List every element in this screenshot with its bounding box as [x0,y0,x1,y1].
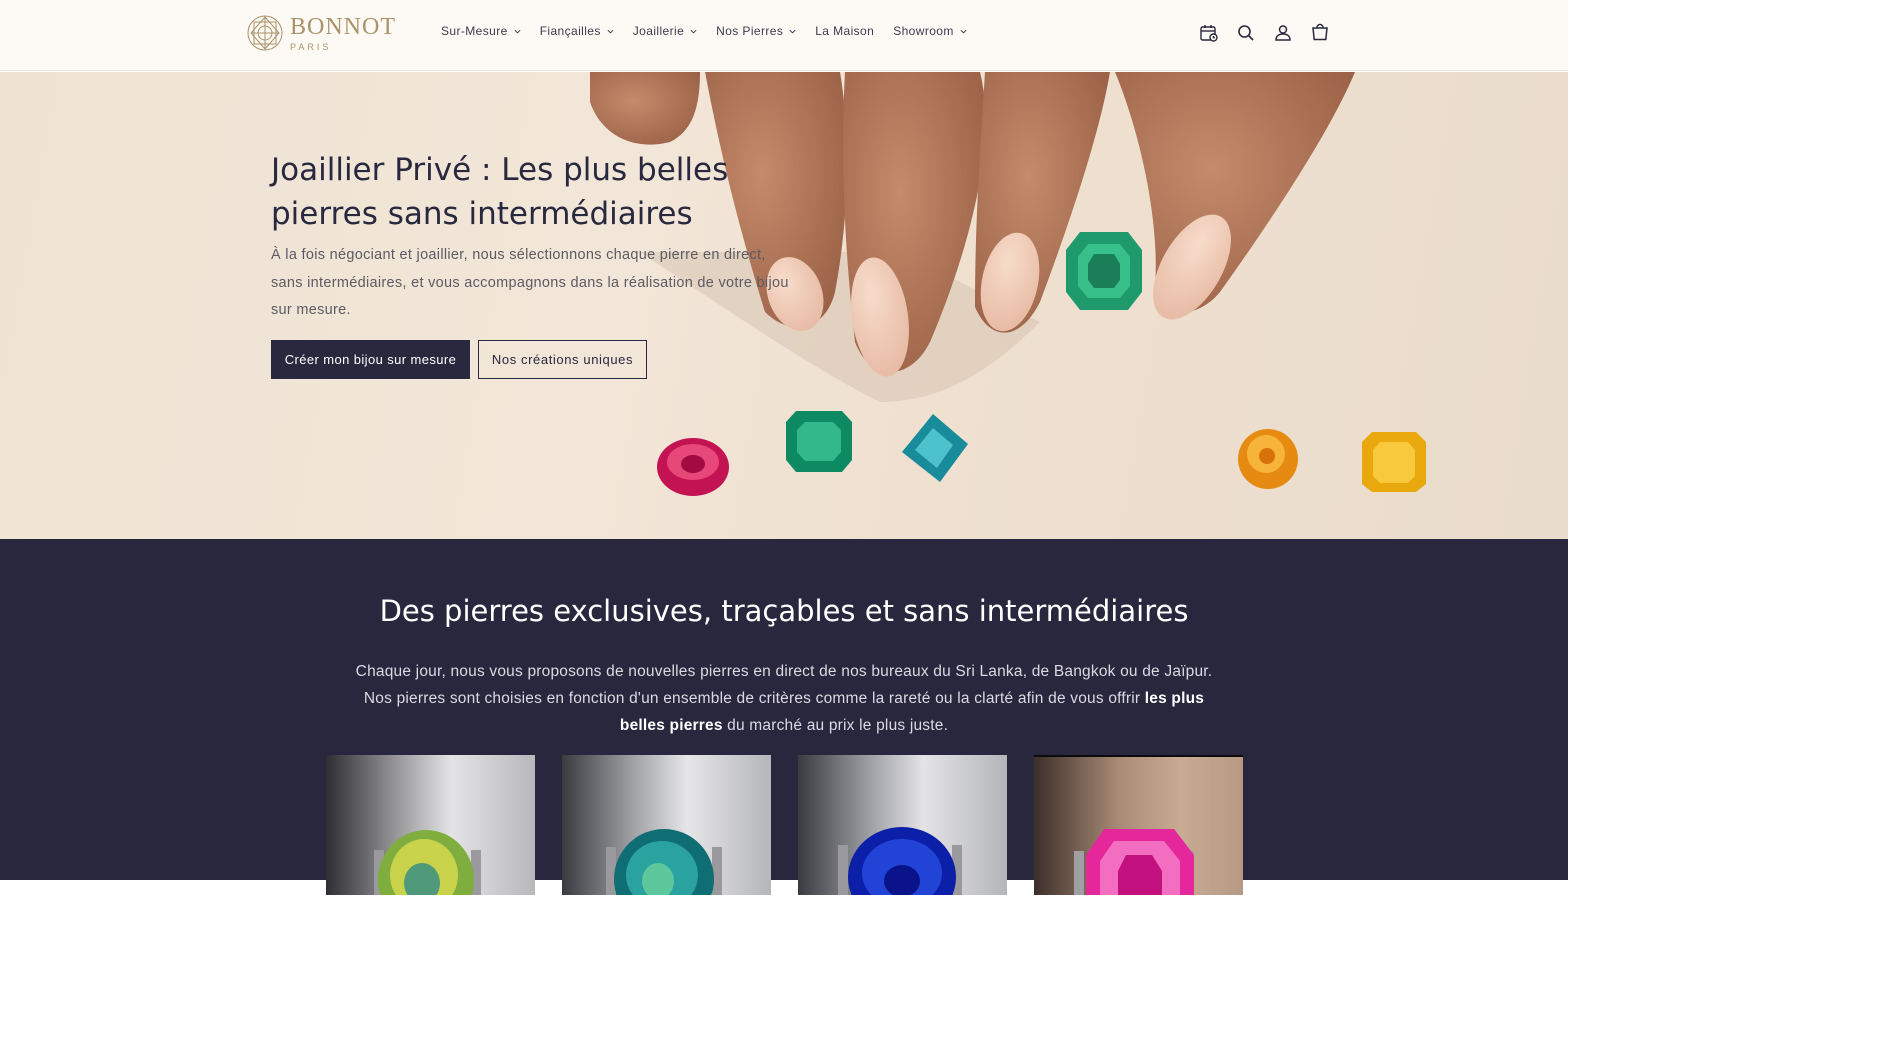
stone-photo [798,755,1007,895]
hero-title: Joaillier Privé : Les plus belles pierre… [271,152,729,232]
logo[interactable]: BONNOT PARIS [246,14,396,52]
nav-item-fiancailles[interactable]: Fiançailles [540,24,614,38]
nav-label: Fiançailles [539,24,601,38]
section-text-outro: du marché au prix le plus juste. [722,717,949,734]
header-icons [1198,22,1346,44]
chevron-down-icon [607,29,614,34]
section-title: Des pierres exclusives, traçables et san… [379,594,1189,628]
stone-cards [326,755,1270,895]
section-text-intro: Chaque jour, nous vous proposons de nouv… [355,663,1213,707]
chevron-down-icon [690,29,697,34]
stone-card-blue[interactable] [798,755,1007,895]
chevron-down-icon [789,29,796,34]
cart-icon[interactable] [1309,22,1331,44]
logo-subtitle: PARIS [290,41,332,52]
nav-label: Joaillerie [632,24,685,38]
stone-photo [1034,755,1243,895]
stone-card-pink[interactable] [1034,755,1243,895]
held-emerald [1066,232,1142,310]
logo-mark-icon [247,15,283,51]
calendar-icon[interactable] [1198,22,1220,44]
account-icon[interactable] [1272,22,1294,44]
unique-creations-button[interactable]: Nos créations uniques [478,340,647,379]
section-text: Chaque jour, nous vous proposons de nouv… [344,658,1224,739]
create-jewel-button[interactable]: Créer mon bijou sur mesure [271,340,470,379]
nav-item-nos-pierres[interactable]: Nos Pierres [716,24,796,38]
stone-card-yellow-green[interactable] [326,755,535,895]
stones-section: Des pierres exclusives, traçables et san… [0,539,1568,895]
stone-photo [562,755,771,895]
chevron-down-icon [514,29,521,34]
hero-banner: Joaillier Privé : Les plus belles pierre… [0,72,1568,539]
main-nav: Sur-Mesure Fiançailles Joaillerie Nos Pi… [441,24,986,38]
stone-card-teal[interactable] [562,755,771,895]
nav-label: Nos Pierres [716,24,784,38]
nav-item-joaillerie[interactable]: Joaillerie [633,24,697,38]
logo-wordmark: BONNOT [290,13,396,40]
search-icon[interactable] [1235,22,1257,44]
nav-item-sur-mesure[interactable]: Sur-Mesure [441,24,521,38]
stone-photo [326,755,535,895]
nav-label: Sur-Mesure [441,24,508,38]
nav-label: Showroom [893,24,954,38]
nav-item-showroom[interactable]: Showroom [893,24,967,38]
nav-label: La Maison [815,24,875,38]
site-header: BONNOT PARIS Sur-Mesure Fiançailles Joai… [0,0,1568,71]
chevron-down-icon [960,29,967,34]
hero-subtitle: À la fois négociant et joaillier, nous s… [271,247,789,318]
nav-item-la-maison[interactable]: La Maison [815,24,874,38]
